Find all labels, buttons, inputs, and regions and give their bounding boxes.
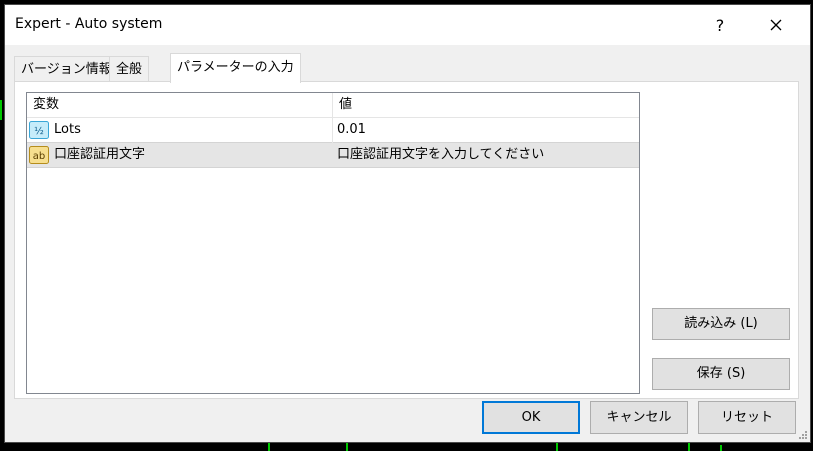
help-button[interactable]: ? [697,5,743,45]
title-bar[interactable]: Expert - Auto system ? [5,5,810,45]
tab-general[interactable]: 全般 [109,56,150,81]
param-name: 口座認証用文字 [54,147,146,162]
resize-grip-icon[interactable] [798,430,808,440]
svg-text:½: ½ [34,125,44,137]
row-divider [27,167,639,168]
close-icon [770,19,782,31]
reset-button[interactable]: リセット [698,401,796,434]
column-header-value[interactable]: 値 [333,93,639,117]
window-title: Expert - Auto system [15,16,163,32]
load-button-label: 読み込み (L) [684,316,758,331]
load-button[interactable]: 読み込み (L) [652,308,790,340]
table-row[interactable]: ½ Lots 0.01 [27,118,639,142]
ok-button-label: OK [521,410,541,425]
parameters-panel: 変数 値 ½ Lots 0.01 ab 口座認証用文字 口座認証用文字を入力して… [14,81,799,399]
table-row[interactable]: ab 口座認証用文字 口座認証用文字を入力してください [27,143,639,167]
save-button[interactable]: 保存 (S) [652,358,790,390]
tab-general-label: 全般 [116,62,143,77]
parameters-table[interactable]: 変数 値 ½ Lots 0.01 ab 口座認証用文字 口座認証用文字を入力して… [26,92,640,394]
tab-version-info-label: バージョン情報 [21,62,112,77]
string-param-icon: ab [29,146,49,164]
help-icon: ? [715,15,725,35]
tab-parameters-label: パラメーターの入力 [177,60,294,75]
param-value[interactable]: 口座認証用文字を入力してください [337,143,544,167]
close-button[interactable] [753,5,799,45]
tab-version-info[interactable]: バージョン情報 [14,56,119,81]
param-value[interactable]: 0.01 [337,118,366,142]
svg-text:ab: ab [33,151,45,162]
expert-dialog: Expert - Auto system ? バージョン情報 全般 パラメーター… [4,4,811,443]
save-button-label: 保存 (S) [696,366,746,381]
table-header: 変数 値 [27,93,639,118]
reset-button-label: リセット [720,410,773,425]
cancel-button[interactable]: キャンセル [590,401,688,434]
numeric-param-icon: ½ [29,121,49,139]
ok-button[interactable]: OK [482,401,580,434]
column-header-variable[interactable]: 変数 [27,93,332,117]
cancel-button-label: キャンセル [606,410,672,425]
param-name: Lots [54,122,81,137]
column-separator[interactable] [332,93,333,167]
tab-parameters[interactable]: パラメーターの入力 [170,53,301,83]
